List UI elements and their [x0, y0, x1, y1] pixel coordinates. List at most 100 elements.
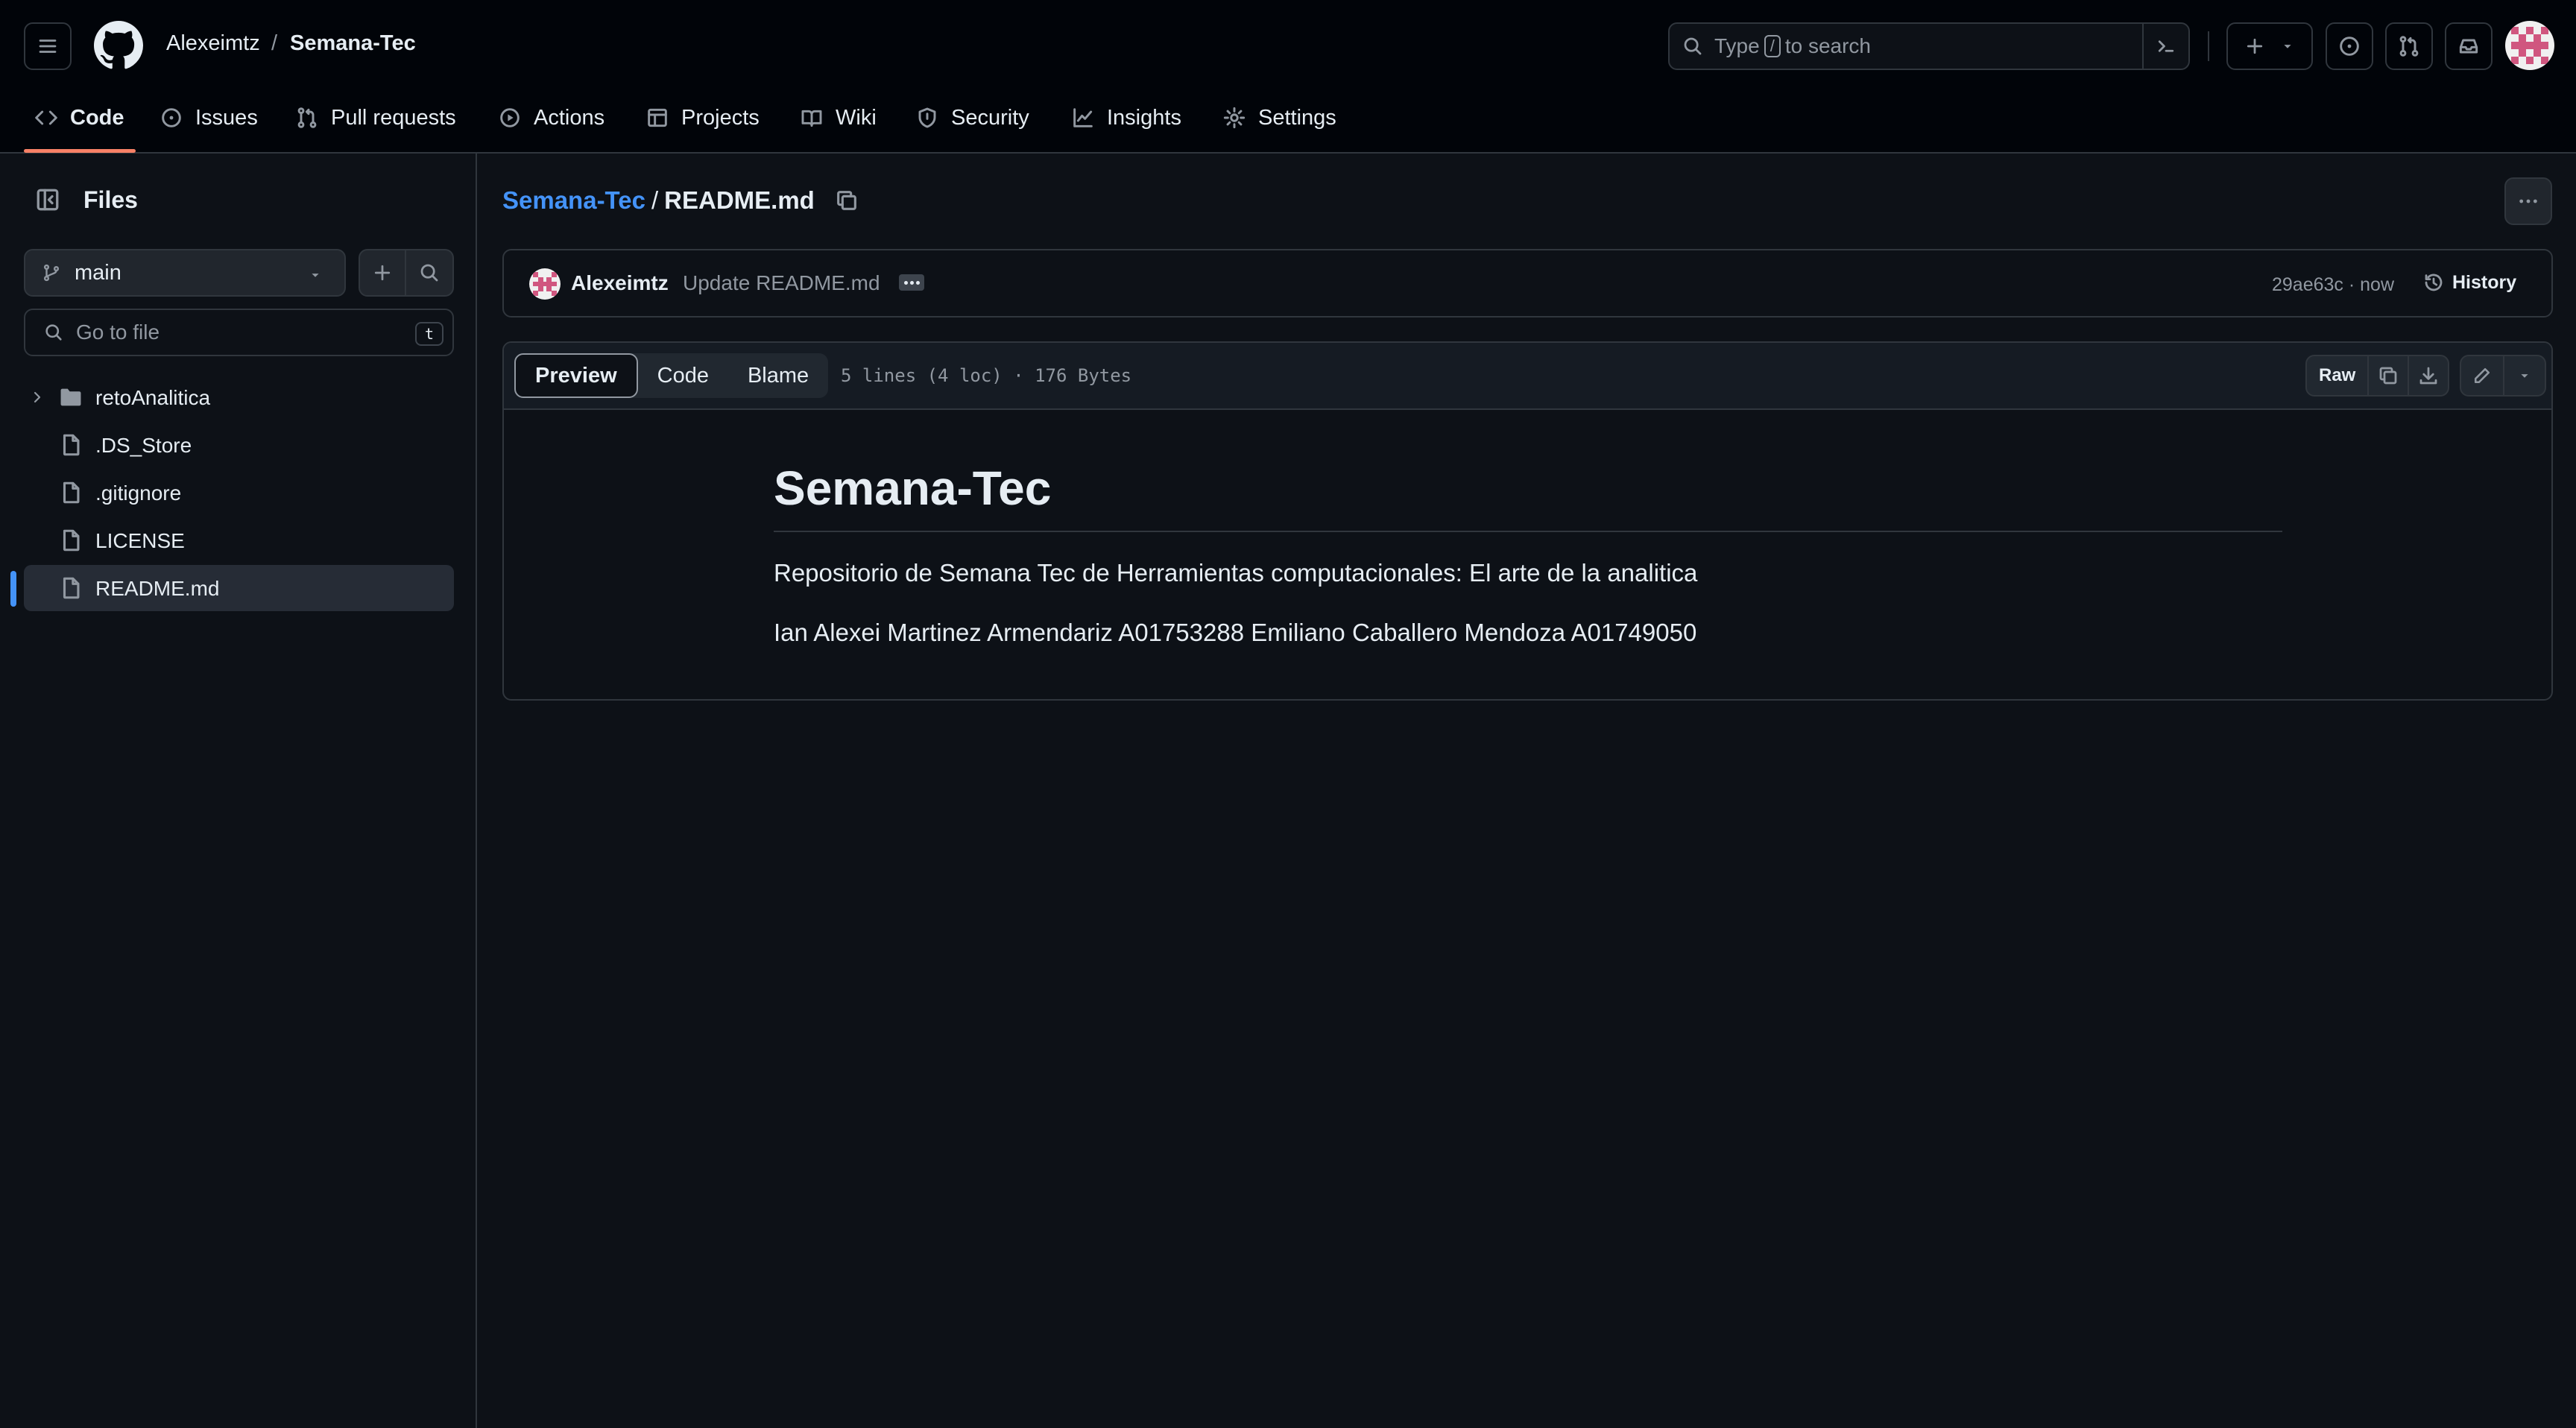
- file-path-breadcrumb: Semana-Tec / README.md: [502, 186, 859, 215]
- search-icon: [1684, 37, 1702, 55]
- tab-issues[interactable]: Issues: [160, 100, 258, 136]
- download-icon: [2419, 367, 2437, 385]
- sidebar-collapse-icon: [37, 189, 59, 211]
- file-viewer: Preview Code Blame 5 lines (4 loc) · 176…: [502, 341, 2553, 701]
- raw-button[interactable]: Raw: [2307, 356, 2367, 395]
- triangle-down-icon: [2284, 45, 2291, 48]
- hamburger-icon: [39, 40, 57, 53]
- tab-projects[interactable]: Projects: [645, 100, 760, 136]
- tab-pull-requests[interactable]: Pull requests: [295, 100, 456, 136]
- search-icon: [420, 264, 438, 282]
- tree-item-file[interactable]: LICENSE: [24, 517, 454, 563]
- tree-item-label: .DS_Store: [95, 434, 192, 457]
- path-repo-link[interactable]: Semana-Tec: [502, 186, 645, 215]
- tab-wiki-label: Wiki: [836, 105, 877, 130]
- go-to-file-placeholder: Go to file: [76, 320, 160, 344]
- tab-security-label: Security: [951, 105, 1029, 130]
- notifications-button[interactable]: [2445, 22, 2493, 70]
- shield-icon: [918, 107, 936, 128]
- create-new-button[interactable]: [2226, 22, 2313, 70]
- tab-security[interactable]: Security: [915, 100, 1029, 136]
- file-icon: [63, 481, 80, 504]
- search-input[interactable]: Type / to search: [1668, 22, 2190, 70]
- tab-preview[interactable]: Preview: [514, 353, 638, 398]
- latest-commit-bar: Alexeimtz Update README.md 29ae63c · now…: [502, 249, 2553, 317]
- pencil-icon: [2474, 367, 2490, 384]
- tab-code[interactable]: Code: [34, 100, 124, 136]
- tab-projects-label: Projects: [681, 105, 760, 130]
- history-label: History: [2452, 271, 2517, 293]
- tab-settings[interactable]: Settings: [1222, 100, 1336, 136]
- history-button[interactable]: History: [2422, 271, 2516, 294]
- file-header: Preview Code Blame 5 lines (4 loc) · 176…: [504, 343, 2551, 410]
- tab-issues-label: Issues: [195, 105, 258, 130]
- global-header: Alexeimtz / Semana-Tec Type / to search: [0, 0, 2576, 154]
- copy-icon: [836, 191, 856, 210]
- tree-item-file-selected[interactable]: README.md: [24, 565, 454, 611]
- edit-dropdown-button[interactable]: [2503, 356, 2545, 395]
- play-icon: [500, 108, 520, 127]
- file-icon: [63, 577, 80, 599]
- github-logo-icon[interactable]: [94, 21, 143, 70]
- search-code-button[interactable]: [406, 249, 454, 297]
- branch-selector[interactable]: main: [24, 249, 346, 297]
- tree-item-folder[interactable]: retoAnalitica: [24, 374, 454, 420]
- triangle-down-icon: [2521, 374, 2528, 378]
- commit-author-avatar[interactable]: [529, 268, 561, 300]
- breadcrumb-repo[interactable]: Semana-Tec: [290, 31, 416, 56]
- tree-item-label: LICENSE: [95, 529, 185, 552]
- kebab-horizontal-icon: [2519, 199, 2537, 203]
- issue-opened-icon: [162, 108, 181, 127]
- commit-message[interactable]: Update README.md: [683, 271, 880, 295]
- file-tree-sidebar: Files main Go to file t retoAnalitica .D…: [0, 154, 477, 1428]
- git-pull-request-icon: [297, 107, 317, 128]
- command-palette-button[interactable]: [2142, 24, 2188, 69]
- header-divider: [2208, 31, 2209, 61]
- terminal-icon: [2158, 40, 2174, 52]
- go-to-file-shortcut: t: [415, 322, 443, 346]
- book-icon: [801, 110, 822, 127]
- menu-button[interactable]: [24, 22, 72, 70]
- user-avatar[interactable]: [2505, 21, 2554, 70]
- tab-pull-requests-label: Pull requests: [331, 105, 456, 130]
- copy-path-button[interactable]: [834, 188, 859, 213]
- identicon-avatar-icon: [529, 268, 561, 300]
- active-tab-indicator: [24, 149, 136, 153]
- download-raw-button[interactable]: [2408, 356, 2448, 395]
- collapse-sidebar-button[interactable]: [24, 176, 72, 224]
- tree-item-file[interactable]: .gitignore: [24, 470, 454, 516]
- issue-opened-icon: [2340, 37, 2359, 56]
- copy-raw-button[interactable]: [2367, 356, 2408, 395]
- tree-item-label: .gitignore: [95, 481, 182, 505]
- plus-icon: [2247, 38, 2263, 54]
- go-to-file-input[interactable]: Go to file t: [24, 309, 454, 356]
- tab-insights[interactable]: Insights: [1071, 100, 1181, 136]
- readme-paragraph: Ian Alexei Martinez Armendariz A01753288…: [774, 619, 1697, 646]
- file-icon: [63, 434, 80, 456]
- tree-item-file[interactable]: .DS_Store: [24, 422, 454, 468]
- your-issues-button[interactable]: [2326, 22, 2373, 70]
- search-shortcut-key: /: [1764, 35, 1781, 57]
- view-mode-switcher: Preview Code Blame: [514, 353, 829, 398]
- file-info: 5 lines (4 loc) · 176 Bytes: [841, 365, 1132, 386]
- selected-item-indicator: [10, 571, 16, 607]
- your-pull-requests-button[interactable]: [2385, 22, 2433, 70]
- breadcrumb-separator: /: [271, 31, 278, 55]
- search-placeholder-after: to search: [1784, 34, 1871, 57]
- chevron-right-icon: [34, 391, 41, 403]
- git-pull-request-icon: [2399, 36, 2419, 57]
- expand-commit-message-button[interactable]: [899, 274, 924, 291]
- add-file-button[interactable]: [359, 249, 406, 297]
- commit-author[interactable]: Alexeimtz: [571, 271, 669, 295]
- tab-code-view[interactable]: Code: [638, 353, 728, 398]
- edit-file-button[interactable]: [2461, 356, 2503, 395]
- identicon-avatar-icon: [2505, 21, 2554, 70]
- breadcrumb-owner[interactable]: Alexeimtz: [166, 31, 260, 56]
- tab-actions[interactable]: Actions: [498, 100, 604, 136]
- more-options-button[interactable]: [2504, 177, 2552, 225]
- tab-blame[interactable]: Blame: [728, 353, 828, 398]
- commit-hash-time[interactable]: 29ae63c · now: [2272, 274, 2394, 296]
- raw-actions-group: Raw: [2305, 355, 2450, 397]
- folder-icon: [60, 388, 81, 406]
- tab-wiki[interactable]: Wiki: [800, 100, 877, 136]
